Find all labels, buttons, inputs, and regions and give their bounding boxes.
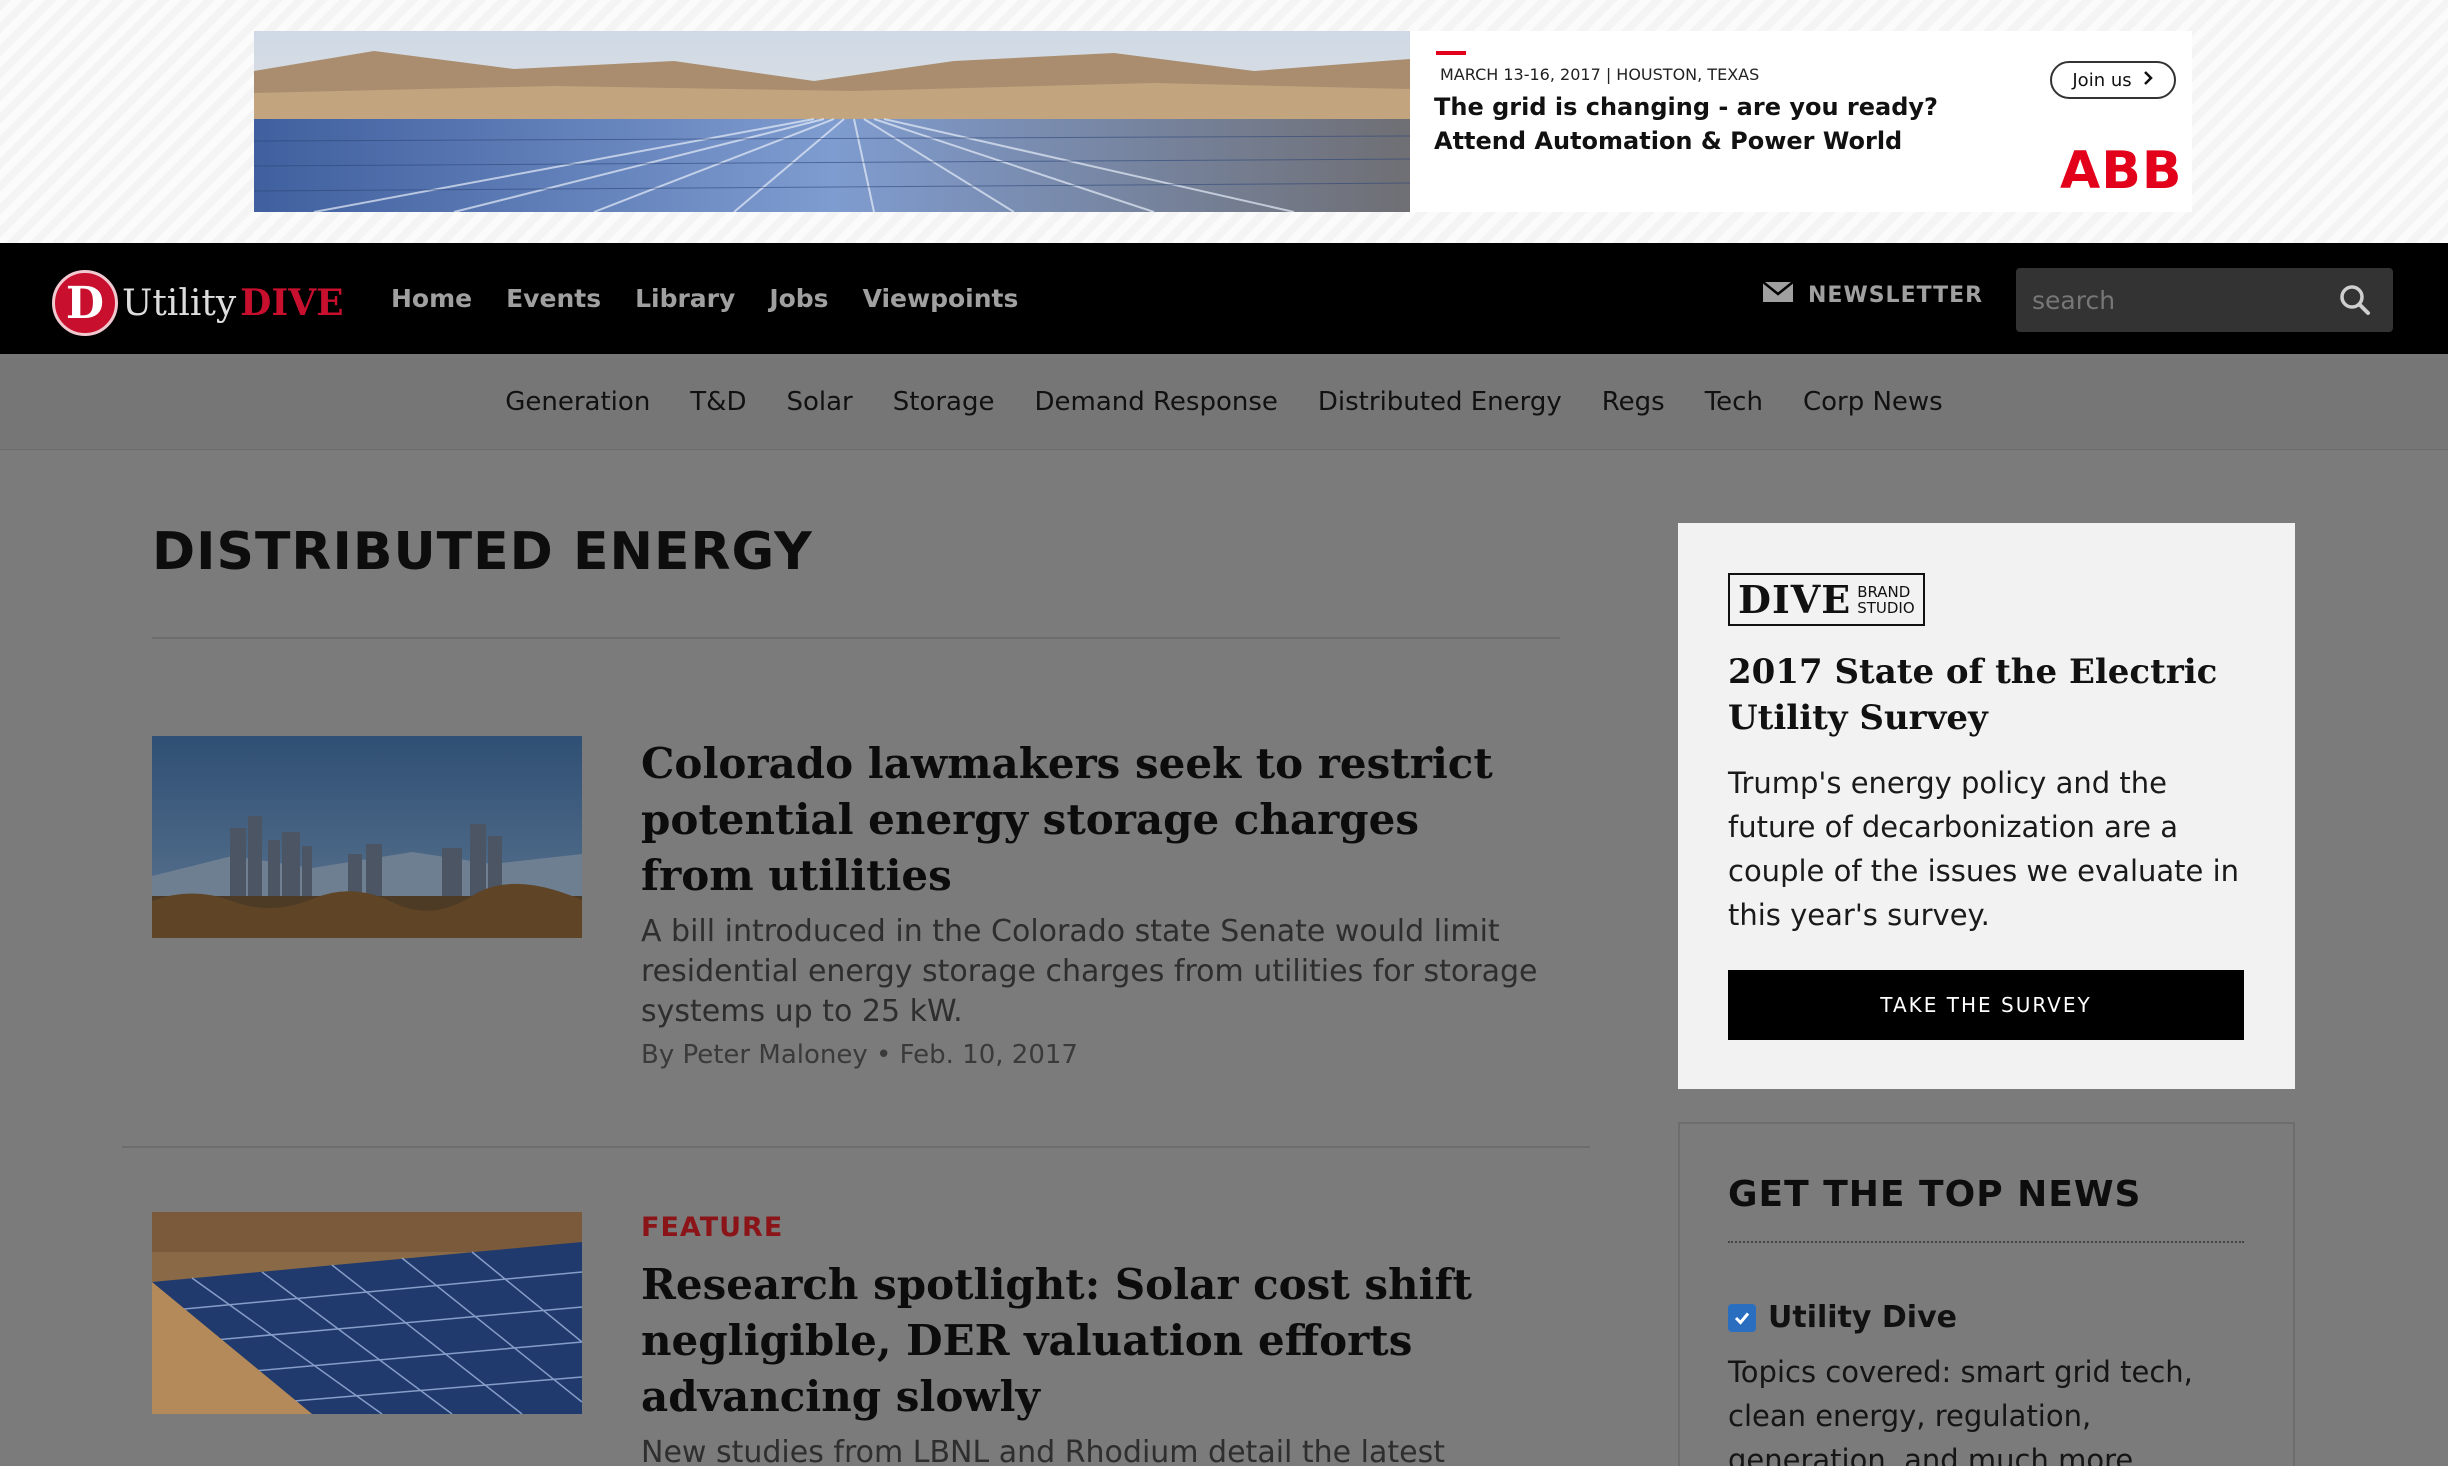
nav-events[interactable]: Events xyxy=(506,284,601,313)
article-thumbnail[interactable] xyxy=(152,1212,582,1414)
article-dek: New studies from LBNL and Rhodium detail… xyxy=(641,1435,1446,1466)
ad-solar-field-image xyxy=(254,31,1410,212)
ad-strip: MARCH 13-16, 2017 | HOUSTON, TEXAS The g… xyxy=(0,0,2448,243)
article-divider xyxy=(122,1146,1590,1148)
survey-description: Trump's energy policy and the future of … xyxy=(1728,766,2240,932)
ad-copy: MARCH 13-16, 2017 | HOUSTON, TEXAS The g… xyxy=(1410,31,2192,212)
article-byline: By Peter Maloney • Feb. 10, 2017 xyxy=(641,1040,1541,1070)
search-box xyxy=(2016,268,2393,332)
byline-separator: • xyxy=(876,1040,900,1070)
article-headline[interactable]: Research spotlight: Solar cost shift neg… xyxy=(641,1257,1541,1425)
article-body: FEATURE Research spotlight: Solar cost s… xyxy=(641,1212,1541,1466)
article-author[interactable]: By Peter Maloney xyxy=(641,1040,868,1070)
topic-corp-news[interactable]: Corp News xyxy=(1803,387,1943,417)
chevron-right-icon xyxy=(2142,70,2154,91)
article-item: Colorado lawmakers seek to restrict pote… xyxy=(152,736,1552,1096)
ad-banner[interactable]: MARCH 13-16, 2017 | HOUSTON, TEXAS The g… xyxy=(254,31,2192,212)
top-news-title: GET THE TOP NEWS xyxy=(1728,1174,2142,1215)
page-title: DISTRIBUTED ENERGY xyxy=(152,522,813,582)
newsletter-label: NEWSLETTER xyxy=(1808,282,1984,308)
ad-join-button[interactable]: Join us xyxy=(2050,61,2176,99)
brand-studio-text: BRAND STUDIO xyxy=(1857,584,1914,616)
nav-library[interactable]: Library xyxy=(635,284,735,313)
brand-dive-text: DIVE xyxy=(1738,577,1852,622)
abb-logo: ABB xyxy=(2060,141,2183,201)
topic-demand-response[interactable]: Demand Response xyxy=(1034,387,1277,417)
take-survey-button[interactable]: TAKE THE SURVEY xyxy=(1728,970,2244,1040)
newsletter-topics: Topics covered: smart grid tech, clean e… xyxy=(1728,1355,2193,1466)
search-icon[interactable] xyxy=(2339,284,2371,320)
ad-date-location: MARCH 13-16, 2017 | HOUSTON, TEXAS xyxy=(1440,65,1760,84)
ad-join-label: Join us xyxy=(2072,69,2132,91)
brand-sub-1: BRAND xyxy=(1857,582,1911,601)
dive-brand-studio-logo: DIVE BRAND STUDIO xyxy=(1728,573,1925,626)
topic-nav: Generation T&D Solar Storage Demand Resp… xyxy=(0,354,2448,450)
survey-promo: DIVE BRAND STUDIO 2017 State of the Elec… xyxy=(1678,523,2295,1089)
article-dek: A bill introduced in the Colorado state … xyxy=(641,914,1538,1029)
newsletter-option-label: Utility Dive xyxy=(1768,1300,1957,1335)
topic-solar[interactable]: Solar xyxy=(786,387,852,417)
ad-headline-1: The grid is changing - are you ready? xyxy=(1434,93,1938,121)
ad-headline-2: Attend Automation & Power World xyxy=(1434,127,1903,155)
nav-jobs[interactable]: Jobs xyxy=(769,284,828,313)
topic-storage[interactable]: Storage xyxy=(893,387,995,417)
brand-sub-2: STUDIO xyxy=(1857,598,1915,617)
topic-distributed-energy[interactable]: Distributed Energy xyxy=(1318,387,1562,417)
newsletter-link[interactable]: NEWSLETTER xyxy=(1762,281,1983,309)
topic-regs[interactable]: Regs xyxy=(1602,387,1665,417)
article-item: FEATURE Research spotlight: Solar cost s… xyxy=(152,1212,1552,1466)
topic-t-and-d[interactable]: T&D xyxy=(690,387,746,417)
top-navigation: D Utility DIVE Home Events Library Jobs … xyxy=(0,243,2448,354)
utility-dive-logo[interactable]: D Utility DIVE xyxy=(52,270,344,336)
main-nav: Home Events Library Jobs Viewpoints xyxy=(391,243,1018,354)
nav-home[interactable]: Home xyxy=(391,284,472,313)
newsletter-option[interactable]: Utility Dive xyxy=(1728,1300,1957,1335)
dotted-divider xyxy=(1728,1241,2244,1243)
logo-mark: D xyxy=(52,270,118,336)
topic-tech[interactable]: Tech xyxy=(1705,387,1763,417)
title-divider xyxy=(152,637,1560,639)
search-input[interactable] xyxy=(2032,268,2332,332)
article-body: Colorado lawmakers seek to restrict pote… xyxy=(641,736,1541,1070)
logo-dive-text: DIVE xyxy=(240,282,344,324)
topic-generation[interactable]: Generation xyxy=(505,387,650,417)
survey-title[interactable]: 2017 State of the Electric Utility Surve… xyxy=(1728,649,2258,741)
article-thumbnail[interactable] xyxy=(152,736,582,938)
checkbox-checked-icon[interactable] xyxy=(1728,1303,1756,1332)
envelope-icon xyxy=(1762,281,1794,309)
feature-label[interactable]: FEATURE xyxy=(641,1212,1541,1243)
newsletter-signup: GET THE TOP NEWS Utility Dive Topics cov… xyxy=(1678,1122,2295,1466)
ad-accent-line xyxy=(1436,51,1466,55)
nav-viewpoints[interactable]: Viewpoints xyxy=(863,284,1019,313)
logo-utility-text: Utility xyxy=(122,282,237,324)
article-date: Feb. 10, 2017 xyxy=(899,1040,1078,1070)
article-headline[interactable]: Colorado lawmakers seek to restrict pote… xyxy=(641,736,1541,904)
